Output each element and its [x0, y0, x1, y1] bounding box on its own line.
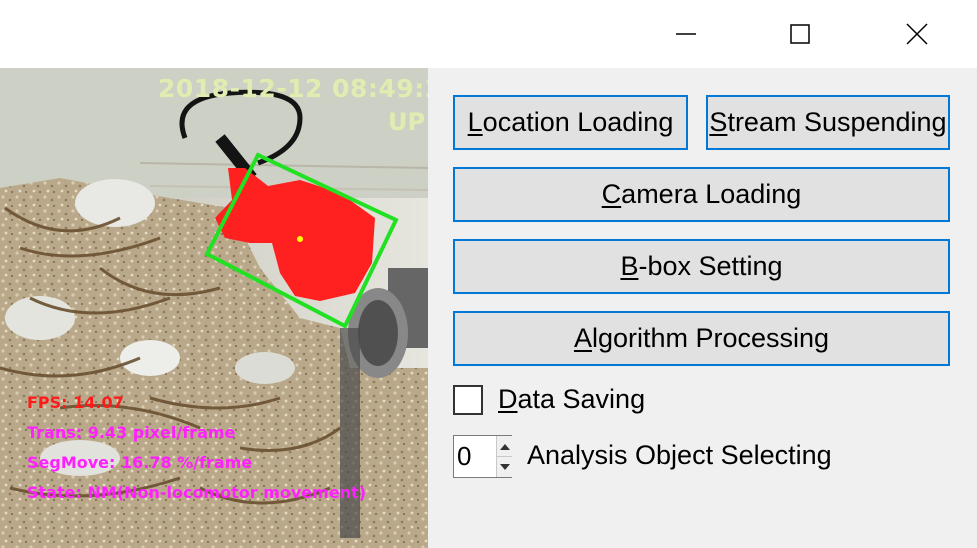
chevron-down-icon	[499, 463, 510, 470]
algorithm-processing-button[interactable]: Algorithm Processing	[453, 311, 950, 366]
stream-suspending-button[interactable]: Stream Suspending	[706, 95, 950, 150]
data-saving-label[interactable]: Data Saving	[498, 384, 645, 415]
minimize-button[interactable]	[628, 0, 744, 68]
maximize-button[interactable]	[742, 0, 858, 68]
close-icon	[906, 23, 928, 45]
bbox-setting-button[interactable]: B-box Setting	[453, 239, 950, 294]
analysis-object-spinbox[interactable]: 0	[453, 435, 512, 478]
spinbox-value[interactable]: 0	[457, 441, 471, 472]
analysis-object-label: Analysis Object Selecting	[527, 440, 832, 470]
trans-readout: Trans: 9.43 pixel/frame	[27, 423, 236, 442]
title-bar	[0, 0, 977, 68]
control-panel: Location Loading Stream Suspending Camer…	[428, 68, 977, 548]
data-saving-checkbox[interactable]	[453, 385, 483, 415]
close-button[interactable]	[859, 0, 975, 68]
minimize-icon	[676, 33, 696, 35]
chevron-up-icon	[499, 443, 510, 450]
state-readout: State: NM(Non-locomotor movement)	[27, 483, 367, 502]
segmove-readout: SegMove: 16.78 %/frame	[27, 453, 253, 472]
camera-loading-button[interactable]: Camera Loading	[453, 167, 950, 222]
location-loading-button[interactable]: Location Loading	[453, 95, 688, 150]
timestamp-overlay: 2018-12-12 08:49:21	[158, 74, 428, 103]
spin-up-button[interactable]	[496, 436, 512, 457]
maximize-icon	[790, 24, 810, 44]
corner-text-overlay: UP	[388, 108, 426, 136]
fps-readout: FPS: 14.07	[27, 393, 124, 412]
spin-down-button[interactable]	[496, 457, 512, 477]
camera-image	[0, 68, 428, 548]
video-frame: 2018-12-12 08:49:21 UP FPS: 14.07 Trans:…	[0, 68, 428, 548]
